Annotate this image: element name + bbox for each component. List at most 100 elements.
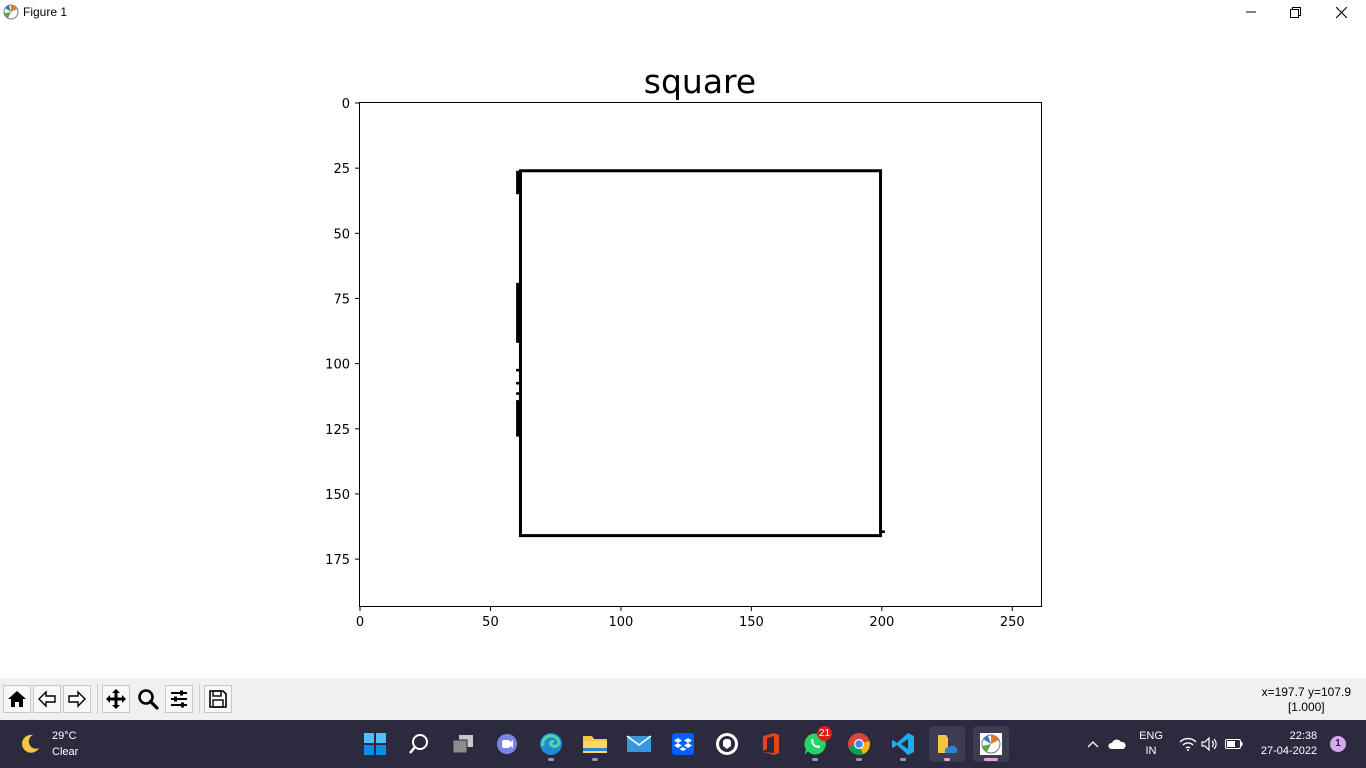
cursor-xy-readout: x=197.7 y=107.9: [1261, 685, 1351, 699]
restore-button[interactable]: [1272, 0, 1318, 24]
task-view-button[interactable]: [445, 726, 481, 762]
close-button[interactable]: [1318, 0, 1364, 24]
windows-taskbar: 29°C Clear 21 ENG IN 22:38 27-04-2022 1: [0, 720, 1366, 768]
chrome-button[interactable]: [841, 726, 877, 762]
zoom-button[interactable]: [134, 685, 162, 713]
pan-icon: [106, 689, 126, 709]
running-indicator: [984, 758, 998, 761]
running-indicator: [856, 758, 862, 761]
language-code: ENG: [1139, 730, 1163, 742]
toolbar-separator: [97, 684, 98, 714]
x-tick-label: 50: [482, 615, 499, 630]
clock-time: 22:38: [1289, 730, 1318, 742]
figure-canvas[interactable]: square 0 50 100 150 200 250 0 25 50 75 100 125 150 17…: [0, 24, 1366, 678]
axes-background: [359, 102, 1042, 607]
y-tick-label: 0: [342, 97, 350, 112]
navigation-toolbar: x=197.7 y=107.9 [1.000]: [0, 678, 1366, 720]
minimize-button[interactable]: [1228, 0, 1274, 24]
vscode-icon: [892, 733, 914, 755]
y-tick-label: 75: [333, 292, 350, 307]
folder-icon: [583, 736, 607, 753]
chart-title: square: [644, 62, 756, 101]
save-button[interactable]: [204, 685, 232, 713]
language-button[interactable]: ENG IN: [1134, 720, 1168, 768]
running-indicator: [548, 758, 554, 761]
onedrive-tray-button[interactable]: [1106, 720, 1128, 768]
mail-button[interactable]: [621, 726, 657, 762]
restore-icon: [1289, 6, 1301, 18]
mail-icon: [626, 735, 652, 752]
running-indicator: [592, 758, 598, 761]
teams-chat-icon: [497, 734, 517, 754]
pan-button[interactable]: [102, 685, 130, 713]
cloud-icon: [1108, 739, 1126, 749]
onedrive-folder-button[interactable]: [929, 726, 965, 762]
chevron-up-icon: [1087, 741, 1099, 748]
show-hidden-icons-button[interactable]: [1083, 720, 1103, 768]
window-titlebar[interactable]: Figure 1: [0, 0, 1366, 24]
x-tick-label: 200: [869, 615, 894, 630]
edge-button[interactable]: [533, 726, 569, 762]
wifi-icon: [1179, 737, 1197, 751]
task-view-icon: [452, 735, 473, 754]
clock-date: 27-04-2022: [1260, 745, 1318, 757]
window-title: Figure 1: [23, 5, 68, 19]
dropbox-icon: [672, 733, 694, 755]
home-icon: [8, 691, 26, 707]
windows-start-icon: [364, 733, 386, 755]
back-icon: [38, 690, 56, 708]
notifications-button[interactable]: 1: [1328, 720, 1348, 768]
moon-icon: [22, 734, 39, 753]
y-tick-label: 25: [333, 162, 350, 177]
teams-chat-button[interactable]: [489, 726, 525, 762]
clock-button[interactable]: 22:38 27-04-2022: [1254, 720, 1324, 768]
vscode-button[interactable]: [885, 726, 921, 762]
toolbar-separator: [199, 684, 200, 714]
battery-icon: [1225, 739, 1243, 749]
y-tick-label: 100: [325, 358, 350, 373]
matplotlib-figure-button[interactable]: [973, 726, 1009, 762]
start-button[interactable]: [357, 726, 393, 762]
running-indicator: [944, 758, 950, 761]
x-tick-label: 100: [609, 615, 634, 630]
github-icon: [716, 733, 738, 755]
search-icon: [409, 734, 428, 754]
zoom-icon: [138, 689, 159, 710]
weather-condition: Clear: [52, 746, 79, 758]
chrome-icon: [848, 733, 870, 756]
language-region: IN: [1145, 745, 1157, 757]
configure-subplots-button[interactable]: [165, 685, 193, 713]
file-explorer-button[interactable]: [577, 726, 613, 762]
back-button[interactable]: [33, 685, 61, 713]
office-icon: [763, 733, 779, 755]
y-tick-label: 125: [325, 423, 350, 438]
office-button[interactable]: [753, 726, 789, 762]
running-indicator: [900, 758, 906, 761]
github-desktop-button[interactable]: [709, 726, 745, 762]
forward-button[interactable]: [63, 685, 91, 713]
forward-icon: [68, 690, 86, 708]
y-tick-label: 150: [325, 488, 350, 503]
dropbox-button[interactable]: [665, 726, 701, 762]
minimize-icon: [1246, 11, 1256, 13]
onedrive-folder-icon: [938, 735, 958, 753]
weather-widget[interactable]: 29°C Clear: [18, 728, 78, 760]
running-indicator: [812, 758, 818, 761]
x-tick-label: 150: [739, 615, 764, 630]
search-button[interactable]: [401, 726, 437, 762]
whatsapp-button[interactable]: 21: [797, 726, 833, 762]
cursor-coordinates: x=197.7 y=107.9 [1.000]: [1262, 685, 1351, 715]
y-tick-label: 50: [333, 227, 350, 242]
home-button[interactable]: [3, 685, 31, 713]
x-tick-label: 0: [356, 615, 364, 630]
notification-count-badge: 1: [1330, 736, 1346, 752]
close-icon: [1335, 6, 1347, 18]
x-tick-label: 250: [1000, 615, 1025, 630]
quick-settings-button[interactable]: [1178, 720, 1244, 768]
chart-svg: square 0 50 100 150 200 250 0 25 50 75 100 125 150 17…: [325, 62, 1042, 630]
edge-icon: [540, 733, 562, 755]
cursor-value-readout: [1.000]: [1287, 700, 1325, 714]
y-tick-label: 175: [325, 553, 350, 568]
volume-icon: [1201, 737, 1217, 751]
matplotlib-icon: [980, 733, 1002, 755]
